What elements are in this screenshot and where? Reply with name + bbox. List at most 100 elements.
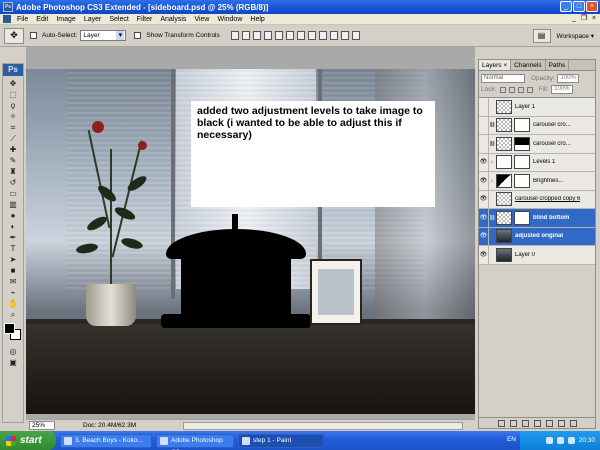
fill-field[interactable]: 100% (550, 85, 573, 94)
color-swatches[interactable] (4, 323, 22, 341)
taskbar-item-paint[interactable]: step 1 - Paint (238, 433, 324, 448)
taskbar-item-photoshop[interactable]: Adobe Photoshop CS... (156, 433, 234, 450)
link-layers-icon[interactable] (497, 419, 505, 427)
screen-mode-icon[interactable]: ▣ (5, 358, 21, 368)
layer-row[interactable]: 👁 carousel cropped copy 6 (479, 190, 595, 209)
quick-mask-icon[interactable]: ◎ (5, 347, 21, 357)
notes-tool-icon[interactable]: ✉ (5, 277, 21, 287)
horizontal-scrollbar[interactable] (183, 422, 463, 430)
type-tool-icon[interactable]: T (5, 244, 21, 254)
close-button[interactable]: × (586, 1, 598, 12)
layer-row[interactable]: 👁 Layer 0 (479, 245, 595, 265)
layer-row[interactable]: 👁 ↓ Brightnes... (479, 171, 595, 191)
tray-icon[interactable] (545, 437, 553, 444)
blend-mode-dropdown[interactable]: Normal (481, 74, 525, 83)
eye-icon[interactable]: 👁 (479, 208, 489, 227)
clone-stamp-icon[interactable]: ♜ (5, 167, 21, 177)
doc-minimize-button[interactable]: _ (570, 15, 578, 23)
magic-wand-tool-icon[interactable]: ✧ (5, 112, 21, 122)
menu-edit[interactable]: Edit (32, 16, 52, 23)
foreground-color-swatch[interactable] (4, 323, 15, 334)
align-left-icon[interactable] (263, 31, 272, 40)
layer-row-selected[interactable]: 👁 adjusted original (479, 227, 595, 246)
opacity-field[interactable]: 100% (556, 74, 579, 83)
visibility-toggle[interactable] (479, 134, 489, 153)
minimize-button[interactable]: _ (560, 1, 572, 12)
doc-restore-button[interactable]: ❐ (580, 15, 588, 23)
image-canvas[interactable]: added two adjustment levels to take imag… (26, 69, 475, 414)
trash-icon[interactable] (569, 419, 577, 427)
distribute-hcenter-icon[interactable] (340, 31, 349, 40)
pen-tool-icon[interactable]: ✒ (5, 233, 21, 243)
path-selection-icon[interactable]: ➤ (5, 255, 21, 265)
new-layer-icon[interactable] (557, 419, 565, 427)
history-brush-icon[interactable]: ↺ (5, 178, 21, 188)
menu-image[interactable]: Image (52, 16, 79, 23)
lock-image-icon[interactable] (508, 86, 515, 93)
lasso-tool-icon[interactable]: ϙ (5, 101, 21, 111)
tab-channels[interactable]: Channels (511, 60, 546, 70)
align-top-icon[interactable] (230, 31, 239, 40)
taskbar-item-beach-boys[interactable]: 3. Beach Boys - Koko... (60, 433, 152, 448)
tab-layers[interactable]: Layers × (479, 60, 512, 70)
visibility-toggle[interactable] (479, 97, 489, 116)
lock-transparency-icon[interactable] (499, 86, 506, 93)
shape-tool-icon[interactable]: ■ (5, 266, 21, 276)
hand-tool-icon[interactable]: ✋ (5, 299, 21, 309)
eye-icon[interactable]: 👁 (479, 153, 489, 172)
eye-icon[interactable]: 👁 (479, 245, 489, 264)
layer-row[interactable]: 👁 ↓ Levels 1 (479, 153, 595, 172)
menu-select[interactable]: Select (105, 16, 132, 23)
eye-icon[interactable]: 👁 (479, 227, 489, 246)
move-tool-icon[interactable]: ✥ (4, 27, 24, 44)
align-hcenter-icon[interactable] (274, 31, 283, 40)
menu-help[interactable]: Help (246, 16, 268, 23)
slice-tool-icon[interactable]: ⟋ (5, 134, 21, 144)
new-group-icon[interactable] (545, 419, 553, 427)
align-bottom-icon[interactable] (252, 31, 261, 40)
menu-file[interactable]: File (13, 16, 32, 23)
zoom-field[interactable]: 25% (29, 421, 55, 430)
tray-icon[interactable] (567, 437, 575, 444)
add-mask-icon[interactable] (521, 419, 529, 427)
layer-row-selected[interactable]: 👁 ⛓ blind bottom (479, 208, 595, 228)
lock-all-icon[interactable] (526, 86, 533, 93)
workspace-button[interactable]: Workspace ▾ (557, 32, 594, 40)
auto-select-checkbox[interactable] (30, 31, 39, 39)
move-tool-icon[interactable]: ✥ (5, 79, 21, 89)
eraser-tool-icon[interactable]: ▭ (5, 189, 21, 199)
show-transform-checkbox[interactable] (134, 31, 143, 39)
lock-position-icon[interactable] (517, 86, 524, 93)
marquee-tool-icon[interactable]: ⬚ (5, 90, 21, 100)
menu-view[interactable]: View (190, 16, 213, 23)
tray-icon[interactable] (556, 437, 564, 444)
adjustment-layer-icon[interactable] (533, 419, 541, 427)
start-button[interactable]: start (0, 431, 56, 450)
doc-close-button[interactable]: × (590, 15, 598, 23)
blur-tool-icon[interactable]: ● (5, 211, 21, 221)
layer-row[interactable]: ⛓ carousel cro... (479, 134, 595, 154)
distribute-left-icon[interactable] (329, 31, 338, 40)
bridge-icon[interactable]: ▤ (532, 29, 551, 43)
distribute-bottom-icon[interactable] (318, 31, 327, 40)
maximize-button[interactable]: □ (573, 1, 585, 12)
menu-window[interactable]: Window (213, 16, 246, 23)
gradient-tool-icon[interactable]: ▥ (5, 200, 21, 210)
layer-row[interactable]: ⛓ carousel cro... (479, 116, 595, 135)
tab-paths[interactable]: Paths (546, 60, 570, 70)
brush-tool-icon[interactable]: ✎ (5, 156, 21, 166)
align-vcenter-icon[interactable] (241, 31, 250, 40)
layer-row[interactable]: Layer 1 (479, 97, 595, 117)
eye-icon[interactable]: 👁 (479, 190, 489, 209)
zoom-tool-icon[interactable]: ⌕ (5, 310, 21, 320)
menu-analysis[interactable]: Analysis (156, 16, 190, 23)
eyedropper-tool-icon[interactable]: ⌁ (5, 288, 21, 298)
menu-filter[interactable]: Filter (133, 16, 157, 23)
visibility-toggle[interactable] (479, 116, 489, 135)
layer-style-icon[interactable] (509, 419, 517, 427)
document-size-info[interactable]: Doc: 20.4M/62.3M (83, 422, 136, 429)
language-indicator[interactable]: EN (507, 436, 516, 443)
dodge-tool-icon[interactable]: ◐ (5, 222, 21, 232)
distribute-vcenter-icon[interactable] (307, 31, 316, 40)
eye-icon[interactable]: 👁 (479, 171, 489, 190)
